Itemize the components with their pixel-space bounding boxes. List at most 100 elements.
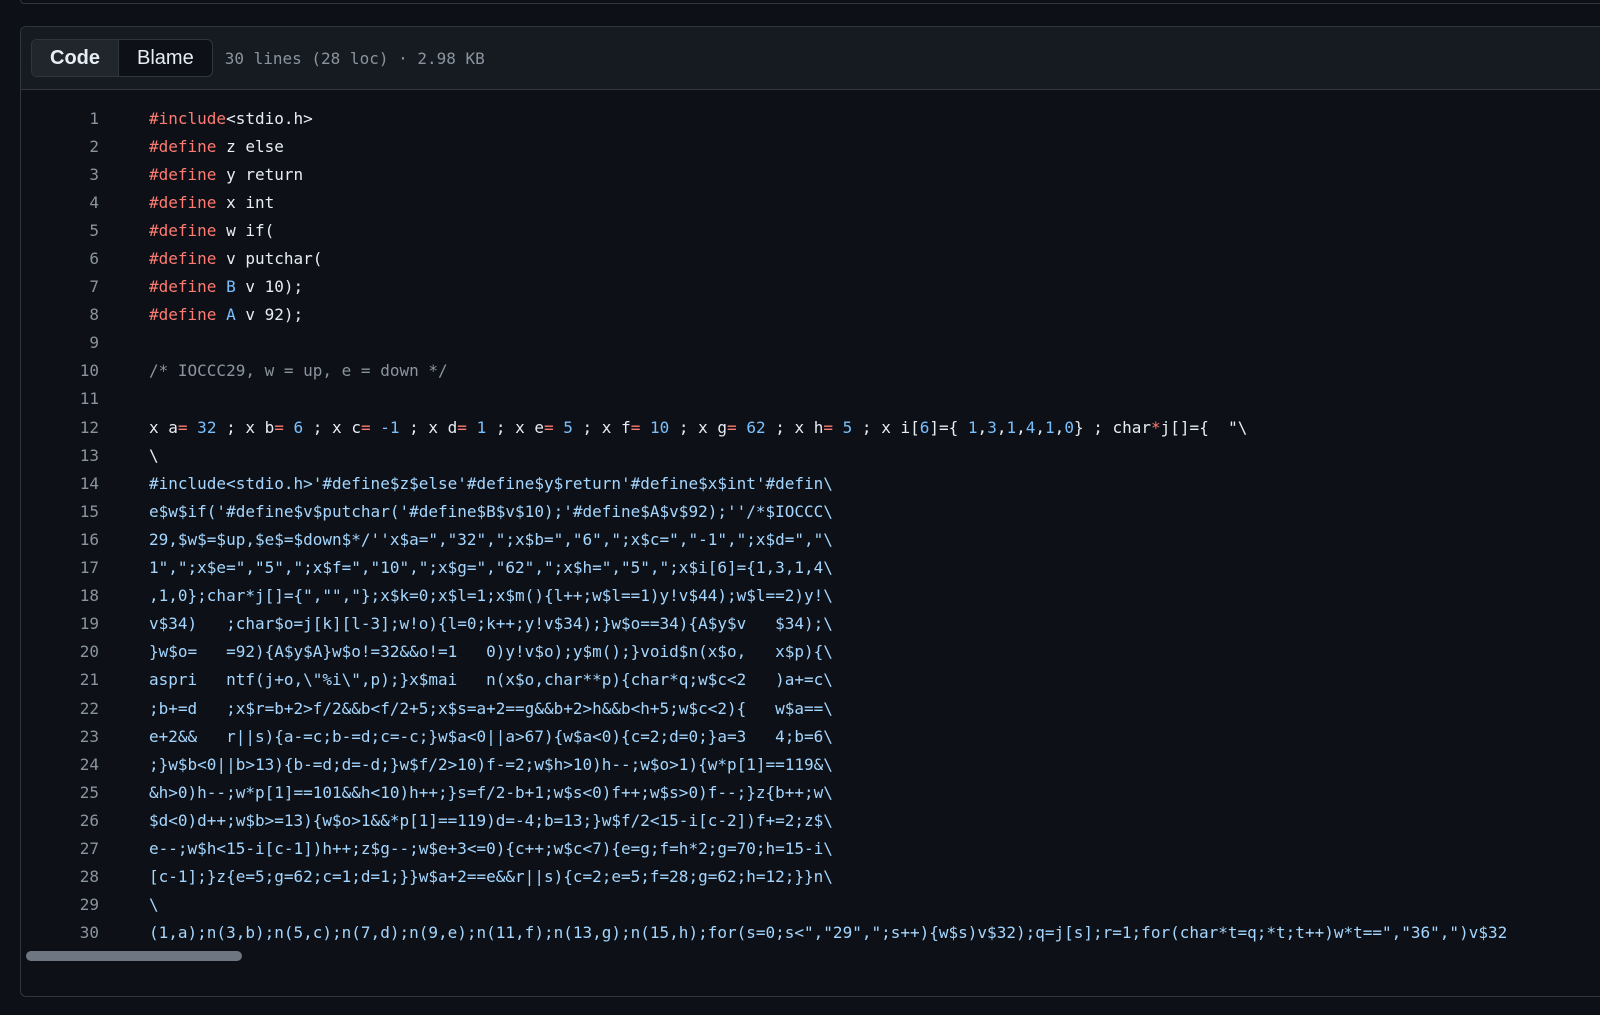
line-number[interactable]: 14 (21, 474, 99, 493)
code-line: 17 1",";x$e=","5",";x$f=","10",";x$g=","6… (21, 554, 1600, 582)
code-line: 13 \ (21, 441, 1600, 469)
view-mode-toggle: Code Blame (31, 39, 213, 77)
code-text: 1",";x$e=","5",";x$f=","10",";x$g=","62"… (149, 558, 833, 577)
code-token: aspri ntf(j+o,\"%i\",p);}x$mai n(x$o,cha… (149, 670, 833, 690)
line-number[interactable]: 6 (21, 249, 99, 268)
code-line: 28 [c-1];}z{e=5;g=62;c=1;d=1;}}w$a+2==e&&… (21, 863, 1600, 891)
file-info: 30 lines (28 loc) · 2.98 KB (224, 48, 485, 68)
code-token: ; x d (399, 417, 458, 437)
code-text: ,1,0};char*j[]={","","};x$k=0;x$l=1;x$m(… (149, 586, 833, 605)
code-line: 30 (1,a);n(3,b);n(5,c);n(7,d);n(9,e);n(11… (21, 919, 1600, 947)
line-number[interactable]: 29 (21, 895, 99, 914)
line-number[interactable]: 3 (21, 165, 99, 184)
code-token: -1 (370, 417, 400, 437)
line-number[interactable]: 22 (21, 699, 99, 718)
file-header: Code Blame 30 lines (28 loc) · 2.98 KB (21, 27, 1600, 90)
code-token: 1 (466, 417, 487, 437)
code-token: y return (216, 164, 304, 184)
code-line: 16 29,$w$=$up,$e$=$down$*/''x$a=","32",";… (21, 525, 1600, 553)
code-token: e--;w$h<15-i[c-1])h++;z$g--;w$e+3<=0){c+… (149, 838, 833, 858)
code-token: , (1054, 417, 1065, 437)
line-number[interactable]: 30 (21, 923, 99, 942)
code-text: 29,$w$=$up,$e$=$down$*/''x$a=","32",";x$… (149, 530, 833, 549)
line-number[interactable]: 24 (21, 755, 99, 774)
code-token: 5 (833, 417, 853, 437)
code-line: 23 e+2&& r||s){a-=c;b-=d;c=-c;}w$a<0||a>6… (21, 722, 1600, 750)
code-tab-button[interactable]: Code (32, 40, 119, 76)
line-number[interactable]: 18 (21, 586, 99, 605)
code-line: 18 ,1,0};char*j[]={","","};x$k=0;x$l=1;x$… (21, 582, 1600, 610)
line-number[interactable]: 8 (21, 305, 99, 324)
code-text: $d<0)d++;w$b>=13){w$o>1&&*p[1]==119)d=-4… (149, 811, 833, 830)
line-number[interactable]: 7 (21, 277, 99, 296)
code-token: <stdio.h> (226, 108, 313, 128)
code-text: (1,a);n(3,b);n(5,c);n(7,d);n(9,e);n(11,f… (149, 923, 1507, 942)
code-token: 32 (187, 417, 217, 437)
code-token: ; x b (216, 417, 275, 437)
line-number[interactable]: 12 (21, 418, 99, 437)
line-number[interactable]: 1 (21, 109, 99, 128)
code-token: v 92); (235, 305, 304, 325)
code-token: = (823, 417, 834, 437)
code-token: ;}w$b<0||b>13){b-=d;d=-d;}w$f/2>10)f-=2;… (149, 754, 833, 774)
code-token: #define (149, 249, 217, 269)
code-token: = (274, 417, 284, 437)
line-number[interactable]: 4 (21, 193, 99, 212)
line-number[interactable]: 17 (21, 558, 99, 577)
line-number[interactable]: 16 (21, 530, 99, 549)
line-number[interactable]: 11 (21, 389, 99, 408)
code-token: ; x g (669, 417, 728, 437)
code-text: #define v putchar( (149, 249, 322, 268)
code-token: #include<stdio.h>'#define$z$else'#define… (149, 473, 833, 493)
code-text: v$34) ;char$o=j[k][l-3];w!o){l=0;k++;y!v… (149, 614, 833, 633)
code-token: (1,a);n(3,b);n(5,c);n(7,d);n(9,e);n(11,f… (149, 923, 1508, 943)
code-line: 3 #define y return (21, 160, 1600, 188)
code-text: #define y return (149, 165, 303, 184)
line-number[interactable]: 21 (21, 670, 99, 689)
line-number[interactable]: 19 (21, 614, 99, 633)
code-token: /* IOCCC29, w = up, e = down */ (149, 361, 448, 381)
blame-tab-button[interactable]: Blame (119, 40, 212, 76)
code-line: 21 aspri ntf(j+o,\"%i\",p);}x$mai n(x$o,c… (21, 666, 1600, 694)
code-text: #define z else (149, 137, 284, 156)
line-number[interactable]: 13 (21, 446, 99, 465)
code-token: 1 (967, 417, 978, 437)
code-token: #define (149, 305, 217, 325)
code-token: x int (216, 192, 275, 212)
code-line: 26 $d<0)d++;w$b>=13){w$o>1&&*p[1]==119)d=… (21, 806, 1600, 834)
code-text: ;}w$b<0||b>13){b-=d;d=-d;}w$f/2>10)f-=2;… (149, 755, 833, 774)
code-token: #define (149, 192, 217, 212)
code-token: $d<0)d++;w$b>=13){w$o>1&&*p[1]==119)d=-4… (149, 810, 833, 830)
code-token: 10 (640, 417, 670, 437)
line-number[interactable]: 27 (21, 839, 99, 858)
code-token: 1",";x$e=","5",";x$f=","10",";x$g=","62"… (149, 558, 833, 578)
code-token: = (360, 417, 371, 437)
line-number[interactable]: 26 (21, 811, 99, 830)
file-viewer: Code Blame 30 lines (28 loc) · 2.98 KB 1… (20, 26, 1600, 997)
line-number[interactable]: 10 (21, 361, 99, 380)
code-line: 25 &h>0)h--;w*p[1]==101&&h<10)h++;}s=f/2-… (21, 778, 1600, 806)
line-number[interactable]: 9 (21, 333, 99, 352)
code-line: 14 #include<stdio.h>'#define$z$else'#defi… (21, 469, 1600, 497)
horizontal-scrollbar[interactable] (26, 951, 242, 961)
code-line: 20}w$o= =92){A$y$A}w$o!=32&&o!=1 0)y!v$o… (21, 638, 1600, 666)
code-text: #define B v 10); (149, 277, 303, 296)
code-view[interactable]: 1 #include<stdio.h> 2 #define z else 3 #defin… (21, 90, 1600, 947)
code-token: , (977, 417, 988, 437)
code-token: v$34) ;char$o=j[k][l-3];w!o){l=0;k++;y!v… (149, 614, 833, 634)
code-token: = (630, 417, 641, 437)
code-token: 4 (1025, 417, 1036, 437)
line-number[interactable]: 2 (21, 137, 99, 156)
code-text: #define w if( (149, 221, 274, 240)
line-number[interactable]: 15 (21, 502, 99, 521)
line-number[interactable]: 5 (21, 221, 99, 240)
line-number[interactable]: 23 (21, 727, 99, 746)
code-token: 1 (1006, 417, 1017, 437)
line-number[interactable]: 20 (21, 642, 99, 661)
code-token: 6 (283, 417, 304, 437)
line-number[interactable]: 28 (21, 867, 99, 886)
line-number[interactable]: 25 (21, 783, 99, 802)
code-line: 19 v$34) ;char$o=j[k][l-3];w!o){l=0;k++;y… (21, 610, 1600, 638)
code-token: 1 (1045, 417, 1055, 437)
